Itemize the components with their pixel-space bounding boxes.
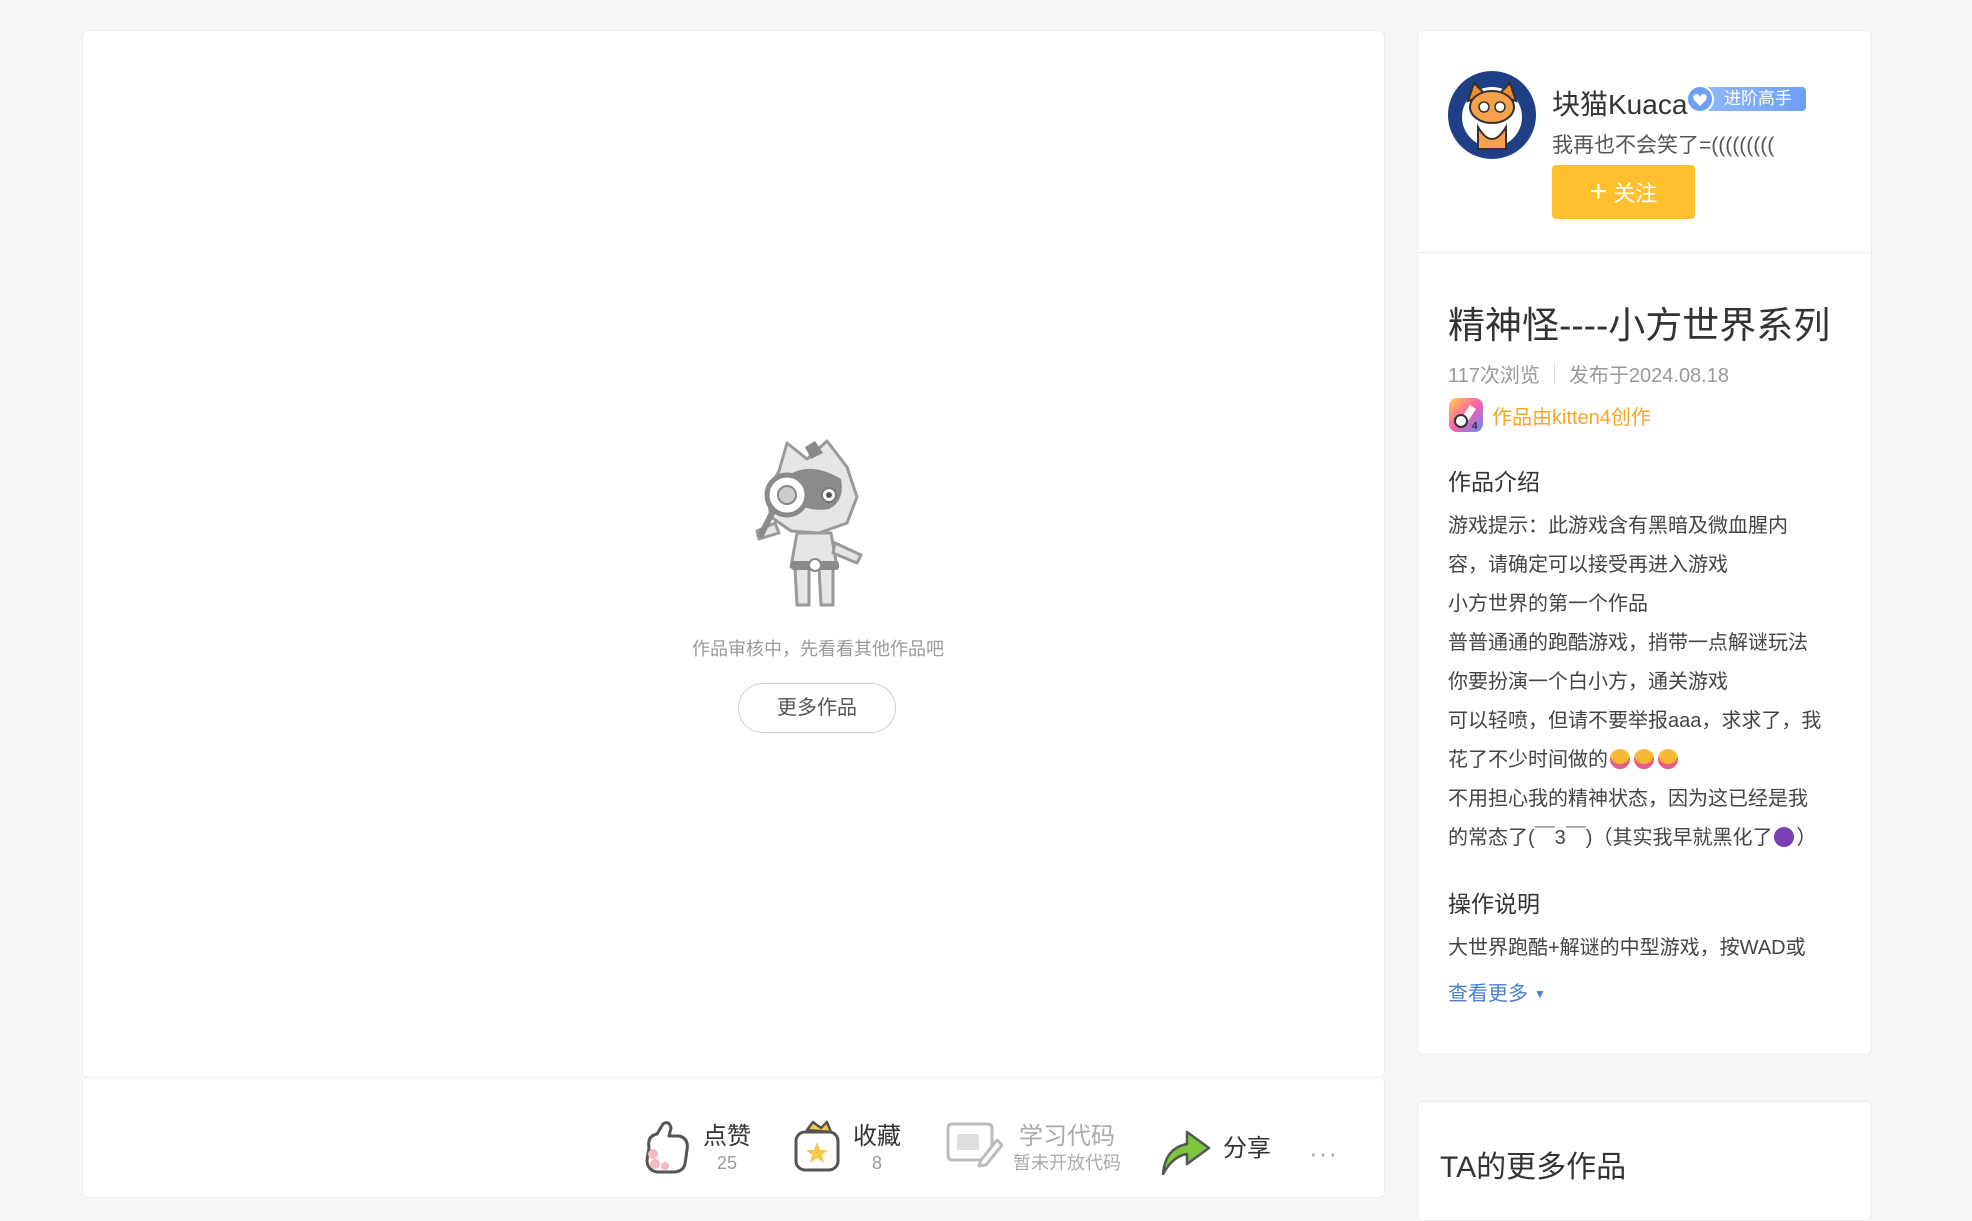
like-label: 点赞 [703, 1123, 751, 1150]
collect-button[interactable]: 收藏 8 [791, 1118, 901, 1174]
intro-heading: 作品介绍 [1448, 469, 1540, 495]
more-options-icon[interactable]: ··· [1309, 1138, 1338, 1169]
intro-description: 游戏提示：此游戏含有黑暗及微血腥内 容，请确定可以接受再进入游戏 小方世界的第一… [1448, 507, 1846, 858]
creator-tool-label: 作品由kitten4创作 [1492, 406, 1651, 429]
crying-emoji-icon [1610, 749, 1630, 769]
follow-label: 关注 [1613, 181, 1658, 206]
paw-like-icon [645, 1121, 689, 1174]
author-avatar[interactable] [1448, 71, 1536, 159]
share-label: 分享 [1223, 1135, 1271, 1162]
intro-line: 不用担心我的精神状态，因为这已经是我 [1448, 788, 1808, 810]
action-toolbar: 点赞 25 收藏 8 学习代码 暂未开放代码 分享 ··· [82, 1078, 1385, 1198]
kitten-mascot-magnifier-illustration [755, 439, 863, 607]
intro-line-text: ） [1796, 827, 1817, 849]
svg-text:4: 4 [1472, 421, 1478, 432]
review-status-message: 作品审核中，先看看其他作品吧 [692, 639, 944, 659]
intro-line: 可以轻喷，但请不要举报aaa，求求了，我 [1448, 710, 1822, 732]
view-more-link[interactable]: 查看更多 ▼ [1448, 977, 1546, 1006]
view-count: 117次浏览 [1448, 365, 1540, 387]
intro-line: 花了不少时间做的 [1448, 741, 1846, 780]
plus-icon: + [1589, 175, 1608, 208]
like-count: 25 [716, 1153, 738, 1173]
author-name[interactable]: 块猫Kuaca [1552, 83, 1687, 123]
devil-emoji-icon [1774, 827, 1795, 847]
more-works-title: TA的更多作品 [1440, 1151, 1627, 1184]
caret-down-icon: ▼ [1534, 987, 1546, 1001]
more-works-button[interactable]: 更多作品 [738, 683, 896, 733]
author-level-badge: 进阶高手 [1686, 85, 1806, 113]
author-level-label: 进阶高手 [1702, 87, 1806, 111]
more-works-card: TA的更多作品 [1417, 1101, 1872, 1221]
intro-line: 小方世界的第一个作品 [1448, 593, 1648, 615]
work-title: 精神怪----小方世界系列 [1448, 305, 1831, 346]
collect-label: 收藏 [853, 1123, 901, 1150]
crying-emoji-icon [1658, 749, 1678, 769]
collect-box-icon [794, 1120, 840, 1172]
intro-line: 容，请确定可以接受再进入游戏 [1448, 554, 1728, 576]
instructions-text: 大世界跑酷+解谜的中型游戏，按WAD或 [1448, 937, 1806, 959]
share-arrow-icon [1161, 1130, 1211, 1176]
shield-heart-icon [1686, 85, 1714, 113]
crying-emoji-icon [1634, 749, 1654, 769]
instructions-heading: 操作说明 [1448, 891, 1540, 917]
intro-line: 的常态了(￣3￣)（其实我早就黑化了 ） [1448, 819, 1846, 858]
follow-button[interactable]: + 关注 [1552, 165, 1695, 219]
intro-line: 你要扮演一个白小方，通关游戏 [1448, 671, 1728, 693]
creator-tool[interactable]: 4 作品由kitten4创作 [1448, 397, 1651, 433]
publish-date: 发布于2024.08.18 [1568, 365, 1729, 387]
like-button[interactable]: 点赞 25 [639, 1118, 751, 1174]
intro-line: 游戏提示：此游戏含有黑暗及微血腥内 [1448, 515, 1788, 537]
view-more-label: 查看更多 [1448, 983, 1528, 1005]
intro-line-text: 花了不少时间做的 [1448, 749, 1608, 771]
work-player-area: 作品审核中，先看看其他作品吧 更多作品 [82, 30, 1385, 1078]
intro-line-text: 的常态了(￣3￣)（其实我早就黑化了 [1448, 827, 1773, 849]
work-meta: 117次浏览 发布于2024.08.18 [1448, 359, 1729, 388]
author-card: 块猫Kuaca 进阶高手 我再也不会笑了=((((((((( + 关注 [1417, 30, 1872, 253]
collect-count: 8 [871, 1153, 882, 1173]
share-button[interactable]: 分享 [1157, 1120, 1271, 1178]
learn-code-label: 学习代码 [1019, 1123, 1115, 1150]
tiger-avatar-icon [1448, 71, 1536, 159]
learn-code-button[interactable]: 学习代码 暂未开放代码 [945, 1118, 1121, 1174]
author-bio: 我再也不会笑了=((((((((( [1552, 134, 1775, 157]
intro-line: 普普通通的跑酷游戏，捎带一点解谜玩法 [1448, 632, 1808, 654]
meta-divider [1553, 362, 1555, 385]
code-unavailable-note: 暂未开放代码 [1013, 1153, 1121, 1173]
work-info-card: 精神怪----小方世界系列 117次浏览 发布于2024.08.18 4 作品由… [1417, 252, 1872, 1055]
code-editor-icon [946, 1122, 1003, 1168]
kitten4-app-icon: 4 [1449, 398, 1483, 432]
